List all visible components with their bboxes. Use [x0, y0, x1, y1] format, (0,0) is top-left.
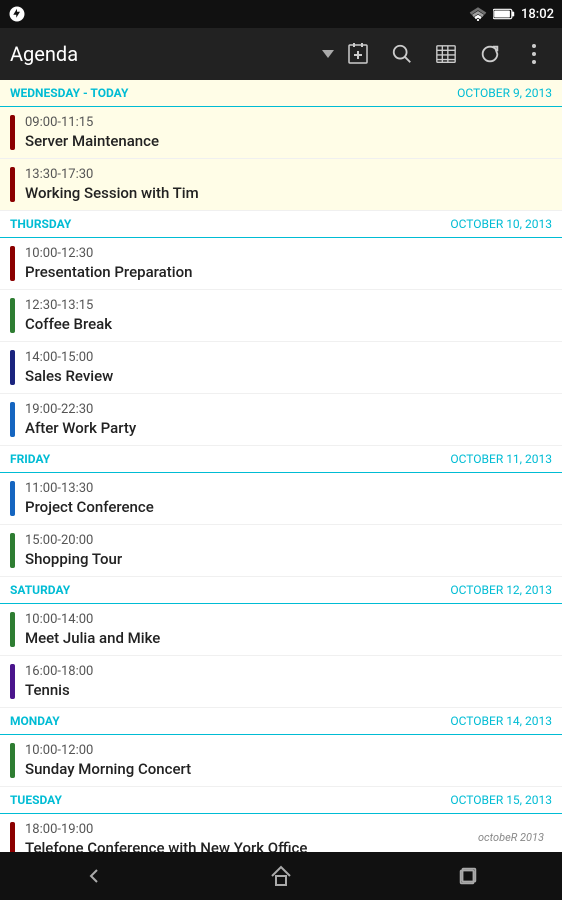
status-bar-left	[8, 5, 26, 23]
event-color-bar	[10, 115, 15, 150]
event-details: 11:00-13:30 Project Conference	[25, 481, 154, 516]
refresh-icon[interactable]	[472, 36, 508, 72]
day-header-2: FRIDAY OCTOBER 11, 2013	[0, 446, 562, 473]
event-title: Coffee Break	[25, 315, 112, 333]
event-details: 13:30-17:30 Working Session with Tim	[25, 167, 199, 202]
event-time: 18:00-19:00	[25, 822, 307, 837]
day-header-1: THURSDAY OCTOBER 10, 2013	[0, 211, 562, 238]
event-color-bar	[10, 533, 15, 568]
day-name-0: WEDNESDAY - TODAY	[10, 86, 128, 100]
event-time: 19:00-22:30	[25, 402, 136, 417]
day-date-4: OCTOBER 14, 2013	[450, 714, 552, 728]
event-title: Working Session with Tim	[25, 184, 199, 202]
day-date-0: OCTOBER 9, 2013	[457, 86, 552, 100]
event-item[interactable]: 10:00-12:00 Sunday Morning Concert	[0, 735, 562, 787]
event-color-bar	[10, 402, 15, 437]
event-title: Meet Julia and Mike	[25, 629, 160, 647]
event-time: 10:00-12:30	[25, 246, 192, 261]
back-button[interactable]	[64, 852, 124, 900]
event-item[interactable]: 16:00-18:00 Tennis	[0, 656, 562, 708]
event-title: Presentation Preparation	[25, 263, 192, 281]
status-bar: 18:02	[0, 0, 562, 28]
search-icon[interactable]	[384, 36, 420, 72]
event-item[interactable]: 14:00-15:00 Sales Review	[0, 342, 562, 394]
event-color-bar	[10, 167, 15, 202]
day-header-5: TUESDAY OCTOBER 15, 2013	[0, 787, 562, 814]
event-color-bar	[10, 246, 15, 281]
toolbar: Agenda	[0, 28, 562, 80]
event-details: 12:30-13:15 Coffee Break	[25, 298, 112, 333]
recents-button[interactable]	[438, 852, 498, 900]
event-color-bar	[10, 743, 15, 778]
day-header-0: WEDNESDAY - TODAY OCTOBER 9, 2013	[0, 80, 562, 107]
event-title: Server Maintenance	[25, 132, 159, 150]
day-name-1: THURSDAY	[10, 217, 71, 231]
mini-calendar-label: octobeR 2013	[470, 827, 552, 848]
event-time: 10:00-14:00	[25, 612, 160, 627]
event-item[interactable]: 11:00-13:30 Project Conference	[0, 473, 562, 525]
event-time: 13:30-17:30	[25, 167, 199, 182]
event-time: 15:00-20:00	[25, 533, 122, 548]
day-name-5: TUESDAY	[10, 793, 62, 807]
agenda-scroll-container[interactable]: WEDNESDAY - TODAY OCTOBER 9, 2013 09:00-11…	[0, 80, 562, 860]
toolbar-title: Agenda	[10, 42, 318, 66]
nav-bar	[0, 852, 562, 900]
event-details: 16:00-18:00 Tennis	[25, 664, 93, 699]
event-details: 15:00-20:00 Shopping Tour	[25, 533, 122, 568]
event-time: 10:00-12:00	[25, 743, 191, 758]
event-color-bar	[10, 298, 15, 333]
event-time: 14:00-15:00	[25, 350, 113, 365]
day-name-3: SATURDAY	[10, 583, 70, 597]
day-name-4: MONDAY	[10, 714, 60, 728]
wifi-icon	[469, 7, 487, 21]
status-bar-right: 18:02	[469, 7, 554, 22]
event-item[interactable]: 10:00-12:30 Presentation Preparation	[0, 238, 562, 290]
toolbar-icons	[340, 36, 552, 72]
event-time: 12:30-13:15	[25, 298, 112, 313]
event-title: Tennis	[25, 681, 93, 699]
event-time: 11:00-13:30	[25, 481, 154, 496]
day-date-1: OCTOBER 10, 2013	[450, 217, 552, 231]
day-header-3: SATURDAY OCTOBER 12, 2013	[0, 577, 562, 604]
notification-icon	[8, 5, 26, 23]
day-header-4: MONDAY OCTOBER 14, 2013	[0, 708, 562, 735]
event-title: Shopping Tour	[25, 550, 122, 568]
event-color-bar	[10, 350, 15, 385]
home-button[interactable]	[251, 852, 311, 900]
day-date-3: OCTOBER 12, 2013	[450, 583, 552, 597]
time-display: 18:02	[521, 7, 554, 22]
event-details: 10:00-14:00 Meet Julia and Mike	[25, 612, 160, 647]
more-options-icon[interactable]	[516, 36, 552, 72]
battery-icon	[493, 8, 515, 20]
event-title: Project Conference	[25, 498, 154, 516]
event-details: 14:00-15:00 Sales Review	[25, 350, 113, 385]
event-time: 09:00-11:15	[25, 115, 159, 130]
event-details: 10:00-12:30 Presentation Preparation	[25, 246, 192, 281]
event-details: 19:00-22:30 After Work Party	[25, 402, 136, 437]
day-name-2: FRIDAY	[10, 452, 50, 466]
event-details: 10:00-12:00 Sunday Morning Concert	[25, 743, 191, 778]
sort-indicator	[322, 50, 334, 58]
event-title: Sales Review	[25, 367, 113, 385]
event-color-bar	[10, 612, 15, 647]
event-details: 09:00-11:15 Server Maintenance	[25, 115, 159, 150]
day-date-2: OCTOBER 11, 2013	[450, 452, 552, 466]
event-color-bar	[10, 664, 15, 699]
event-title: Sunday Morning Concert	[25, 760, 191, 778]
event-item[interactable]: 09:00-11:15 Server Maintenance	[0, 107, 562, 159]
event-item[interactable]: 12:30-13:15 Coffee Break	[0, 290, 562, 342]
event-item[interactable]: 15:00-20:00 Shopping Tour	[0, 525, 562, 577]
event-color-bar	[10, 481, 15, 516]
event-title: After Work Party	[25, 419, 136, 437]
calendar-grid-icon[interactable]	[428, 36, 464, 72]
new-event-icon[interactable]	[340, 36, 376, 72]
event-item[interactable]: 19:00-22:30 After Work Party	[0, 394, 562, 446]
event-item[interactable]: 10:00-14:00 Meet Julia and Mike	[0, 604, 562, 656]
event-item[interactable]: 13:30-17:30 Working Session with Tim	[0, 159, 562, 211]
event-time: 16:00-18:00	[25, 664, 93, 679]
day-date-5: OCTOBER 15, 2013	[450, 793, 552, 807]
